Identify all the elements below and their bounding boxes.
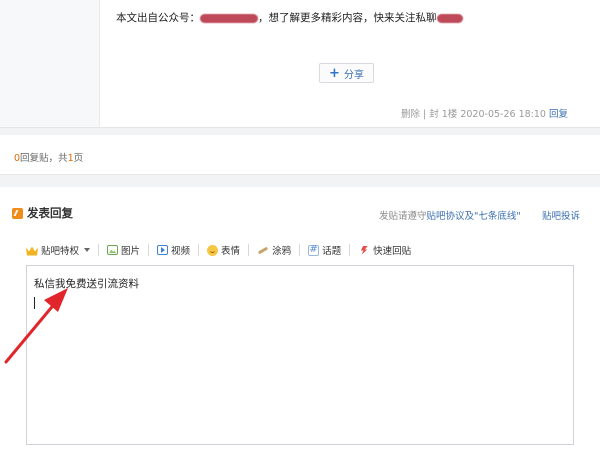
post-meta: 删除 | 封 1楼 2020-05-26 18:10 回复	[401, 106, 568, 120]
floor-number: 1楼	[441, 109, 458, 120]
toolbar-image-button[interactable]: 图片	[107, 243, 140, 257]
crown-icon	[26, 245, 38, 256]
rules-link[interactable]: 贴吧协议及"七条底线"	[427, 211, 521, 222]
chevron-down-icon	[84, 248, 91, 252]
fast-reply-icon	[358, 245, 370, 256]
reply-rules-prefix: 发贴请遵守	[379, 211, 427, 222]
toolbar-fast-reply-button[interactable]: 快速回贴	[358, 243, 411, 257]
reply-link[interactable]: 回复	[549, 109, 568, 120]
delete-link[interactable]: 删除	[401, 109, 420, 120]
plus-icon: +	[329, 65, 340, 81]
reply-count-mid: 回复贴，共	[20, 153, 68, 164]
editor-toolbar: 贴吧特权 图片 视频 表情 涂鸦 # 话题 快速回贴	[26, 241, 411, 259]
toolbar-separator	[98, 244, 100, 256]
reply-panel: 发表回复 发贴请遵守贴吧协议及"七条底线" 贴吧投诉 贴吧特权 图片 视频 表情…	[0, 187, 600, 452]
toolbar-separator	[299, 244, 301, 256]
post-author-column	[0, 0, 100, 127]
toolbar-label: 表情	[221, 246, 241, 257]
brush-icon	[257, 245, 269, 255]
post-text-prefix: 本文出自公众号：	[116, 12, 200, 24]
video-icon	[157, 245, 169, 255]
toolbar-label: 图片	[121, 246, 141, 257]
reply-count-suffix: 页	[73, 153, 84, 164]
toolbar-label: 话题	[322, 246, 342, 257]
toolbar-emoji-button[interactable]: 表情	[207, 243, 240, 257]
redacted-account-name	[200, 13, 258, 23]
image-icon	[107, 245, 119, 255]
block-link[interactable]: 封	[429, 109, 439, 120]
edit-icon	[12, 207, 23, 219]
toolbar-separator	[148, 244, 150, 256]
toolbar-separator	[349, 244, 351, 256]
toolbar-label: 快速回贴	[373, 246, 412, 257]
toolbar-separator	[198, 244, 200, 256]
divider	[0, 175, 600, 187]
post-content-area: 本文出自公众号： ，想了解更多精彩内容，快来关注私聊 + 分享 删除 | 封 1楼…	[0, 0, 600, 127]
meta-separator: |	[422, 109, 427, 120]
reply-header: 发表回复	[12, 205, 73, 221]
post-timestamp: 2020-05-26 18:10	[460, 109, 546, 120]
redacted-contact	[436, 13, 463, 23]
toolbar-label: 贴吧特权	[41, 246, 80, 257]
reply-count-text: 0回复贴，共1页	[14, 150, 83, 164]
toolbar-privilege-button[interactable]: 贴吧特权	[26, 243, 91, 257]
editor-content: 私信我免费送引流资料	[34, 278, 139, 290]
complaint-link[interactable]: 贴吧投诉	[542, 208, 580, 222]
reply-rules: 发贴请遵守贴吧协议及"七条底线"	[379, 208, 521, 222]
post-text-middle: ，想了解更多精彩内容，快来关注私聊	[258, 12, 437, 24]
text-cursor	[34, 297, 35, 309]
toolbar-topic-button[interactable]: # 话题	[308, 243, 341, 257]
toolbar-label: 涂鸦	[272, 246, 292, 257]
toolbar-doodle-button[interactable]: 涂鸦	[257, 243, 291, 257]
divider	[0, 127, 600, 135]
post-text: 本文出自公众号： ，想了解更多精彩内容，快来关注私聊	[116, 10, 463, 25]
reply-title: 发表回复	[27, 206, 73, 220]
reply-count-bar: 0回复贴，共1页	[0, 135, 600, 175]
reply-editor[interactable]: 私信我免费送引流资料	[26, 265, 574, 445]
toolbar-video-button[interactable]: 视频	[157, 243, 190, 257]
hash-icon: #	[308, 244, 320, 256]
share-label: 分享	[343, 69, 364, 81]
share-button[interactable]: + 分享	[319, 63, 374, 83]
smile-icon	[207, 244, 219, 256]
toolbar-separator	[248, 244, 250, 256]
toolbar-label: 视频	[171, 246, 191, 257]
